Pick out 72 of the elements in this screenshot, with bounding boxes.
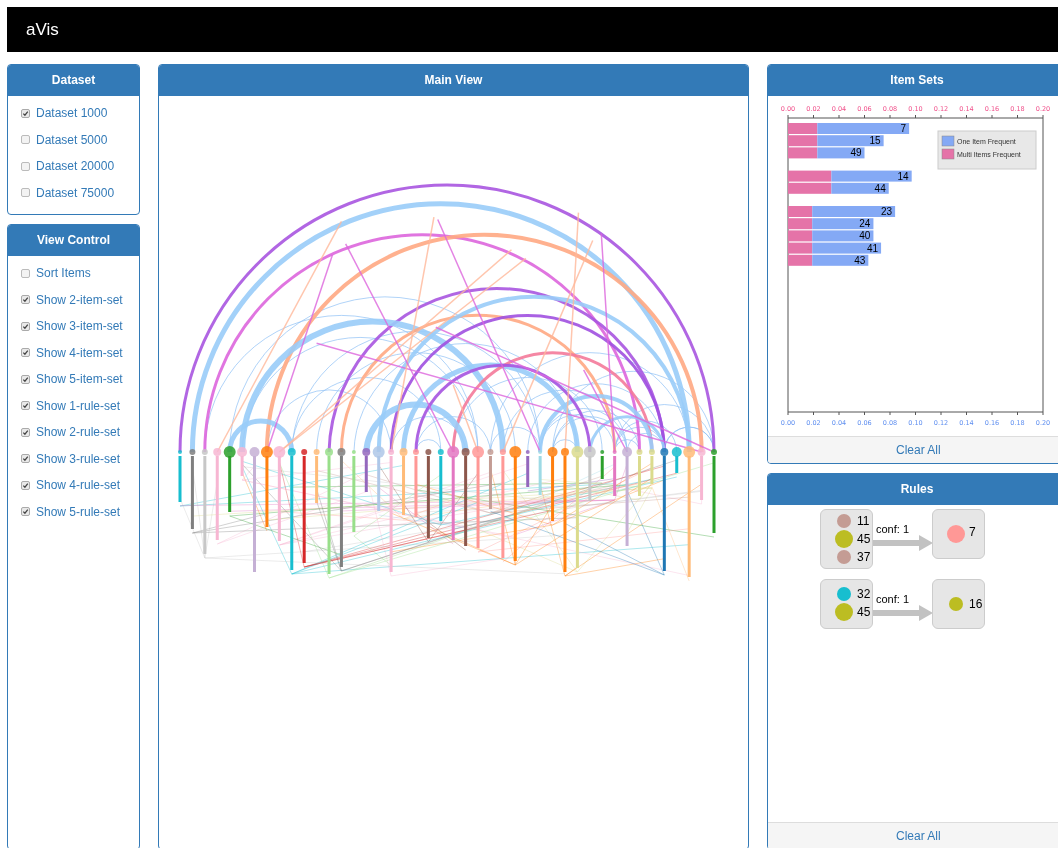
bar[interactable] (812, 218, 874, 230)
item-label: 16 (969, 597, 983, 611)
confidence-label: conf: 1 (875, 593, 911, 605)
bar-label: 14 (897, 170, 909, 182)
checkbox-label[interactable]: Show 5-rule-set (36, 504, 121, 519)
panel-header: Main View (159, 65, 748, 96)
panel-header: View Control (8, 225, 139, 256)
checkbox-label[interactable]: Show 2-item-set (36, 292, 123, 307)
item-label: 45 (857, 532, 871, 546)
legend-swatch (941, 135, 955, 147)
item-label: 7 (969, 525, 976, 539)
checkbox-label[interactable]: Dataset 75000 (36, 185, 115, 200)
checkbox[interactable] (21, 295, 30, 305)
checkbox[interactable] (21, 507, 30, 517)
item-label: 32 (857, 587, 871, 601)
confidence-label: conf: 1 (875, 523, 911, 535)
checkbox-label[interactable]: Dataset 20000 (36, 159, 115, 174)
checkbox[interactable] (21, 480, 30, 490)
item-label: 45 (857, 605, 871, 619)
checkbox-label[interactable]: Show 3-rule-set (36, 451, 121, 466)
panel-header: Item Sets (768, 65, 1058, 96)
consequent-box[interactable]: 7 (932, 509, 985, 559)
bar[interactable] (812, 206, 896, 217)
checkbox[interactable] (21, 321, 30, 331)
checkbox[interactable] (21, 108, 30, 118)
bar-label: 40 (859, 230, 871, 242)
antecedent-box[interactable]: 32 45 (820, 579, 873, 629)
legend-swatch (941, 148, 955, 160)
checkbox[interactable] (21, 135, 30, 145)
bar-label: 7 (900, 123, 907, 134)
antecedent-box[interactable]: 11 45 37 (820, 509, 873, 569)
checkbox-label[interactable]: Show 3-item-set (36, 319, 123, 334)
clear-all-button[interactable]: Clear All (768, 436, 1058, 463)
bar[interactable] (831, 182, 889, 194)
bar[interactable] (812, 242, 882, 254)
checkbox-label[interactable]: Show 5-item-set (36, 372, 123, 387)
arrow-icon (873, 535, 933, 551)
checkbox-label[interactable]: Show 4-item-set (36, 345, 123, 360)
checkbox-label[interactable]: Show 4-rule-set (36, 478, 121, 493)
bar-label: 49 (850, 147, 862, 159)
app-title: aVis (26, 19, 59, 40)
consequent-box[interactable]: 16 (932, 579, 985, 629)
bar-label: 44 (874, 182, 886, 194)
bar[interactable] (817, 147, 865, 159)
checkbox[interactable] (21, 401, 30, 411)
clear-all-button[interactable]: Clear All (768, 822, 1058, 848)
bar[interactable] (831, 170, 912, 182)
bar-label: 23 (880, 206, 893, 217)
bar[interactable] (812, 254, 869, 266)
checkbox[interactable] (21, 454, 30, 464)
checkbox-label[interactable]: Sort Items (36, 266, 91, 281)
checkbox[interactable] (21, 427, 30, 437)
checkbox-label[interactable]: Dataset 1000 (36, 106, 108, 121)
checkbox[interactable] (21, 348, 30, 358)
checkbox-label[interactable]: Dataset 5000 (36, 132, 108, 147)
checkbox[interactable] (21, 374, 30, 384)
bar[interactable] (812, 230, 874, 242)
item-label: 11 (857, 514, 870, 528)
bar-label: 15 (869, 135, 881, 147)
arrow-icon (873, 605, 933, 621)
item-label: 37 (857, 550, 871, 564)
panel-header: Rules (768, 474, 1058, 505)
bar-label: 43 (854, 254, 866, 266)
bar-label: 41 (866, 242, 879, 254)
bar-label: 24 (859, 218, 871, 230)
checkbox[interactable] (21, 188, 30, 198)
checkbox[interactable] (21, 268, 30, 278)
bar[interactable] (817, 135, 884, 147)
checkbox-label[interactable]: Show 1-rule-set (36, 398, 121, 413)
checkbox-label[interactable]: Show 2-rule-set (36, 425, 121, 440)
panel-header: Dataset (8, 65, 139, 96)
checkbox[interactable] (21, 161, 30, 171)
